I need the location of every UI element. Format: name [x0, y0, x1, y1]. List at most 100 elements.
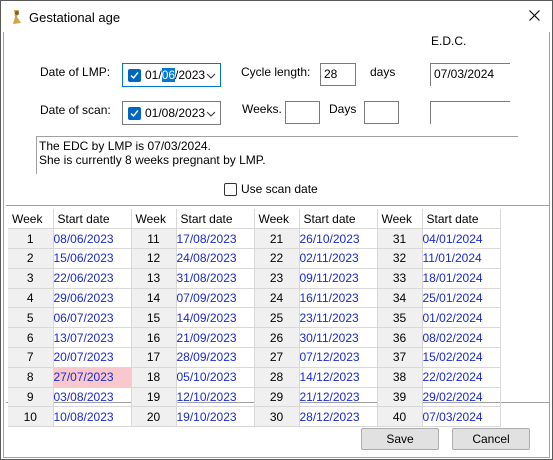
week-number-cell: 9	[8, 387, 54, 408]
cycle-length-label: Cycle length:	[241, 65, 311, 79]
start-date-cell: 31/08/2023	[176, 268, 255, 289]
start-date-cell: 05/10/2023	[176, 367, 255, 388]
week-number-cell: 18	[131, 367, 177, 388]
col-header-week: Week	[377, 209, 423, 230]
close-icon	[528, 9, 540, 24]
checkbox-box[interactable]	[224, 182, 237, 196]
week-number-cell: 36	[377, 327, 423, 349]
start-date-cell: 21/09/2023	[176, 327, 255, 349]
table-row: 4 29/06/2023 14 07/09/2023 24 16/11/2023 34 25/…	[8, 288, 501, 309]
week-number-cell: 24	[254, 288, 300, 309]
start-date-cell: 03/08/2023	[53, 387, 132, 408]
week-number-cell: 2	[8, 248, 54, 269]
week-number-cell: 16	[131, 327, 177, 349]
start-date-cell: 19/10/2023	[176, 406, 255, 428]
week-number-cell: 5	[8, 307, 54, 329]
start-date-cell: 08/06/2023	[53, 228, 132, 250]
close-button[interactable]	[516, 1, 552, 32]
lmp-date-value: 01/06/2023	[145, 68, 206, 82]
start-date-cell: 15/02/2024	[422, 347, 501, 368]
week-number-cell: 32	[377, 248, 423, 269]
week-number-cell: 17	[131, 347, 177, 368]
start-date-cell: 11/01/2024	[422, 248, 501, 269]
cycle-unit-label: days	[370, 65, 396, 79]
start-date-cell: 29/06/2023	[53, 288, 132, 309]
start-date-cell: 10/08/2023	[53, 406, 132, 428]
start-date-cell: 09/11/2023	[299, 268, 378, 289]
col-header-start: Start date	[299, 209, 378, 230]
col-header-start: Start date	[422, 209, 501, 230]
start-date-cell: 17/08/2023	[176, 228, 255, 250]
start-date-cell: 02/11/2023	[299, 248, 378, 269]
week-number-cell: 37	[377, 347, 423, 368]
table-row: 7 20/07/2023 17 28/09/2023 27 07/12/2023 37 15/…	[8, 347, 501, 368]
edc-heading: E.D.C.	[431, 34, 467, 48]
cycle-length-input[interactable]: 28	[320, 63, 356, 86]
table-row: 5 06/07/2023 15 14/09/2023 25 23/11/2023 35 01/…	[8, 307, 501, 329]
table-row: 10 10/08/2023 20 19/10/2023 30 28/12/2023 40 07…	[8, 406, 501, 428]
week-number-cell: 39	[377, 387, 423, 408]
edc-scan-value	[430, 101, 510, 124]
start-date-cell: 20/07/2023	[53, 347, 132, 368]
week-number-cell: 29	[254, 387, 300, 408]
lmp-checkbox[interactable]	[128, 68, 141, 82]
scan-checkbox[interactable]	[128, 106, 141, 120]
week-number-cell: 7	[8, 347, 54, 368]
week-number-cell: 23	[254, 268, 300, 289]
table-header-row: Week Start date Week Start date Week Sta…	[8, 209, 501, 230]
table-row: 1 08/06/2023 11 17/08/2023 21 26/10/2023 31 04/…	[8, 228, 501, 250]
table-row: 3 22/06/2023 13 31/08/2023 23 09/11/2023 33 18/…	[8, 268, 501, 289]
week-number-cell: 21	[254, 228, 300, 250]
week-number-cell: 6	[8, 327, 54, 349]
start-date-cell: 25/01/2024	[422, 288, 501, 309]
week-number-cell: 25	[254, 307, 300, 329]
week-number-cell: 35	[377, 307, 423, 329]
week-number-cell: 15	[131, 307, 177, 329]
start-date-cell: 12/10/2023	[176, 387, 255, 408]
week-number-cell: 27	[254, 347, 300, 368]
week-number-cell: 1	[8, 228, 54, 250]
summary-text: The EDC by LMP is 07/03/2024. She is cur…	[36, 136, 518, 174]
use-scan-date-checkbox[interactable]: Use scan date	[224, 182, 318, 196]
weeks-grid: Week Start date Week Start date Week Sta…	[6, 205, 549, 428]
start-date-cell: 27/07/2023	[53, 367, 132, 388]
col-header-start: Start date	[176, 209, 255, 230]
week-number-cell: 40	[377, 406, 423, 428]
start-date-cell: 08/02/2024	[422, 327, 501, 349]
start-date-cell: 07/09/2023	[176, 288, 255, 309]
start-date-cell: 07/12/2023	[299, 347, 378, 368]
save-button[interactable]: Save	[361, 428, 439, 450]
start-date-cell: 28/09/2023	[176, 347, 255, 368]
start-date-cell: 13/07/2023	[53, 327, 132, 349]
days-input[interactable]	[364, 101, 399, 124]
edc-value: 07/03/2024	[430, 63, 510, 86]
week-number-cell: 8	[8, 367, 54, 388]
table-row: 8 27/07/2023 18 05/10/2023 28 14/12/2023 38 22/…	[8, 367, 501, 388]
start-date-cell: 24/08/2023	[176, 248, 255, 269]
scan-date-picker[interactable]: 01/08/2023	[122, 101, 221, 125]
table-row: 9 03/08/2023 19 12/10/2023 29 21/12/2023 39 29/…	[8, 387, 501, 408]
start-date-cell: 07/03/2024	[422, 406, 501, 428]
lmp-date-picker[interactable]: 01/06/2023	[122, 63, 221, 87]
weeks-input[interactable]	[285, 101, 320, 124]
window-title: Gestational age	[29, 10, 121, 25]
chevron-down-icon[interactable]	[206, 108, 216, 122]
week-number-cell: 38	[377, 367, 423, 388]
start-date-cell: 30/11/2023	[299, 327, 378, 349]
week-number-cell: 34	[377, 288, 423, 309]
cancel-button[interactable]: Cancel	[452, 428, 530, 450]
col-header-week: Week	[131, 209, 177, 230]
chevron-down-icon[interactable]	[206, 70, 216, 84]
start-date-cell: 23/11/2023	[299, 307, 378, 329]
week-number-cell: 20	[131, 406, 177, 428]
start-date-cell: 06/07/2023	[53, 307, 132, 329]
week-number-cell: 14	[131, 288, 177, 309]
week-number-cell: 10	[8, 406, 54, 428]
use-scan-date-label: Use scan date	[241, 182, 318, 196]
week-number-cell: 12	[131, 248, 177, 269]
col-header-week: Week	[8, 209, 54, 230]
week-number-cell: 19	[131, 387, 177, 408]
start-date-cell: 14/12/2023	[299, 367, 378, 388]
table-row: 6 13/07/2023 16 21/09/2023 26 30/11/2023 36 08/…	[8, 327, 501, 349]
app-icon	[10, 9, 24, 25]
